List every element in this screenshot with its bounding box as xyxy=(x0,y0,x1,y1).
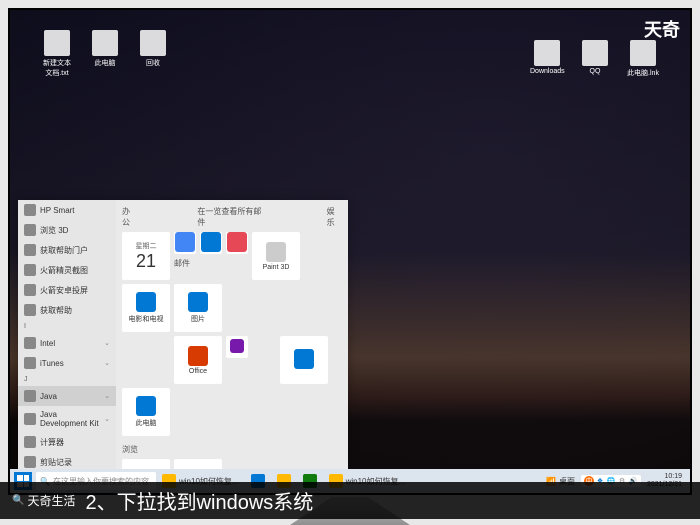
photos-tile[interactable]: 此电脑 xyxy=(122,388,170,436)
office-tile[interactable]: Office xyxy=(174,336,222,384)
desktop-icons-left: 新建文本文档.txt 此电脑 回收 xyxy=(40,30,170,78)
tile-section-label: 在一览查看所有邮件 xyxy=(197,206,266,228)
tiles-panel: 办公 在一览查看所有邮件 娱乐 星期二 21 xyxy=(116,200,348,470)
chevron-down-icon: ⌄ xyxy=(104,359,110,367)
app-item[interactable]: iTunes⌄ xyxy=(18,353,116,373)
tile-section-label: 娱乐 xyxy=(327,206,342,228)
app-item[interactable]: 火箭精灵截图 xyxy=(18,260,116,280)
monitor-screen: 天奇 新建文本文档.txt 此电脑 回收 Downloads QQ 此电脑.ln… xyxy=(8,8,692,495)
start-menu: HP Smart 浏览 3D 获取帮助门户 火箭精灵截图 火箭安卓投屏 获取帮助… xyxy=(18,200,348,470)
chevron-down-icon: ⌄ xyxy=(104,415,110,423)
app-item[interactable]: 获取帮助门户 xyxy=(18,240,116,260)
app-item[interactable]: 火箭安卓投屏 xyxy=(18,280,116,300)
tile-section-label: 办公 xyxy=(122,206,137,228)
desktop-icon[interactable]: 回收 xyxy=(136,30,170,78)
desktop-icon[interactable]: 新建文本文档.txt xyxy=(40,30,74,78)
app-item[interactable]: 浏览 3D xyxy=(18,220,116,240)
desktop-icon[interactable]: Downloads xyxy=(530,40,564,78)
onenote-tile[interactable] xyxy=(226,336,248,358)
app-item[interactable]: 获取帮助 xyxy=(18,300,116,320)
camera-tile[interactable] xyxy=(280,336,328,384)
app-list[interactable]: HP Smart 浏览 3D 获取帮助门户 火箭精灵截图 火箭安卓投屏 获取帮助… xyxy=(18,200,116,470)
app-item[interactable]: 计算器 xyxy=(18,432,116,452)
app-item[interactable]: HP Smart xyxy=(18,200,116,220)
desktop-icon[interactable]: 此电脑 xyxy=(88,30,122,78)
subtitle-text: 2、下拉找到windows系统 xyxy=(85,486,313,515)
section-header: I xyxy=(18,320,116,333)
video-frame: 天奇 新建文本文档.txt 此电脑 回收 Downloads QQ 此电脑.ln… xyxy=(0,0,700,525)
app-item[interactable]: Intel⌄ xyxy=(18,333,116,353)
subtitle-overlay: 天奇生活 2、下拉找到windows系统 xyxy=(0,482,700,519)
tile[interactable] xyxy=(200,232,222,254)
tile[interactable]: 图片 xyxy=(174,284,222,332)
desktop-icon[interactable]: QQ xyxy=(578,40,612,78)
calendar-tile[interactable]: 星期二 21 xyxy=(122,232,170,280)
tile[interactable] xyxy=(226,232,248,254)
desktop-icons-right: Downloads QQ 此电脑.lnk xyxy=(530,40,660,78)
app-item[interactable]: Java Development Kit⌄ xyxy=(18,406,116,432)
tile[interactable] xyxy=(174,232,196,254)
subtitle-logo: 天奇生活 xyxy=(12,492,75,509)
watermark-top: 天奇 xyxy=(644,16,680,42)
desktop-icon[interactable]: 此电脑.lnk xyxy=(626,40,660,78)
tile[interactable]: 电影和电视 xyxy=(122,284,170,332)
tile[interactable]: Paint 3D xyxy=(252,232,300,280)
chevron-down-icon: ⌄ xyxy=(104,339,110,347)
app-item[interactable]: 剪贴记录 xyxy=(18,452,116,470)
chevron-down-icon: ⌄ xyxy=(104,392,110,400)
section-header: J xyxy=(18,373,116,386)
app-item-java[interactable]: Java⌄ xyxy=(18,386,116,406)
